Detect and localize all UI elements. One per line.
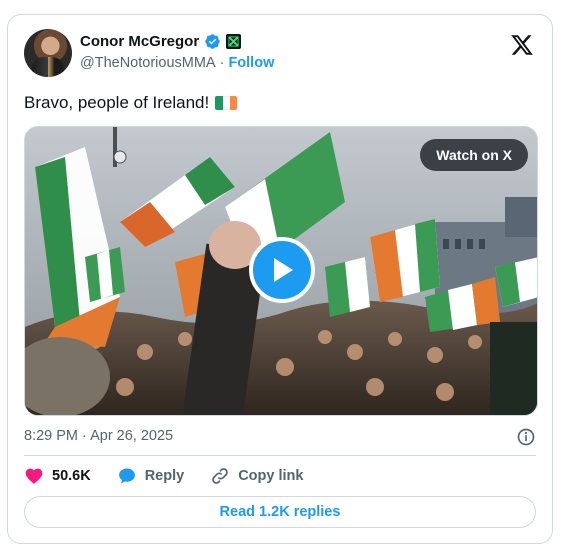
play-button[interactable]: [249, 237, 315, 303]
tweet-text: Bravo, people of Ireland!: [24, 93, 210, 112]
copy-link-button[interactable]: Copy link: [210, 466, 303, 486]
video-media[interactable]: Watch on X: [24, 126, 538, 416]
avatar[interactable]: [24, 29, 72, 77]
divider: [24, 455, 536, 456]
tweet-text-row: Bravo, people of Ireland!: [24, 93, 238, 113]
like-button[interactable]: 50.6K: [24, 466, 91, 486]
play-icon: [274, 258, 293, 282]
info-icon[interactable]: [516, 427, 536, 447]
tweet-timestamp[interactable]: 8:29 PM · Apr 26, 2025: [24, 428, 173, 444]
action-bar: 50.6K Reply Copy link: [24, 465, 303, 487]
watch-on-x-button[interactable]: Watch on X: [420, 139, 528, 171]
author-handle[interactable]: @TheNotoriousMMA: [80, 55, 216, 71]
link-icon: [212, 468, 228, 484]
read-replies-button[interactable]: Read 1.2K replies: [24, 496, 536, 528]
reply-bubble-icon: [118, 468, 135, 484]
reply-button[interactable]: Reply: [117, 466, 185, 486]
heart-icon: [25, 468, 43, 484]
author-handle-row: @TheNotoriousMMA · Follow: [80, 55, 274, 71]
timestamp-row: 8:29 PM · Apr 26, 2025: [24, 427, 536, 447]
irish-flag-emoji-icon: [215, 96, 238, 110]
follow-button[interactable]: Follow: [228, 55, 274, 71]
copy-link-label: Copy link: [238, 468, 304, 484]
verified-badge-icon: [205, 34, 220, 49]
author-name-row: Conor McGregor: [80, 33, 242, 50]
author-display-name[interactable]: Conor McGregor: [80, 33, 199, 50]
tweet-header: Conor McGregor @TheNotoriousMMA · Follow: [24, 29, 538, 77]
reply-label: Reply: [144, 468, 185, 484]
handle-separator: ·: [219, 55, 225, 71]
x-logo-icon[interactable]: [510, 33, 534, 57]
like-count: 50.6K: [52, 468, 91, 484]
affiliate-badge-icon[interactable]: [226, 34, 242, 49]
tweet-card: Conor McGregor @TheNotoriousMMA · Follow…: [7, 14, 553, 544]
